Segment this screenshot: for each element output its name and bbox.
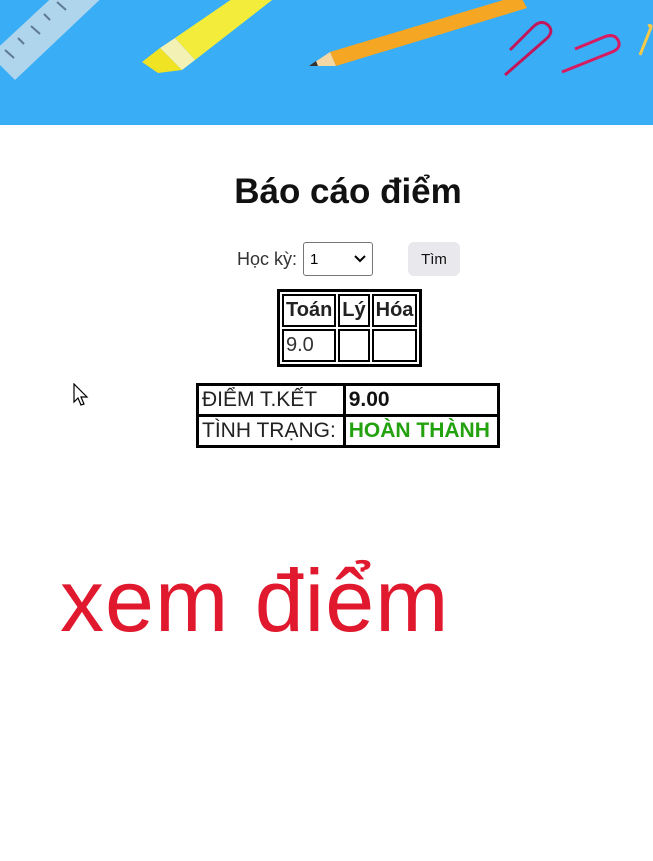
- table-row: 9.0: [282, 329, 418, 362]
- score-physics: [338, 329, 370, 362]
- status-label: TÌNH TRẠNG:: [196, 414, 346, 448]
- status-value: HOÀN THÀNH: [342, 414, 501, 448]
- ruler-icon: [0, 0, 100, 80]
- highlighter-icon: [142, 0, 273, 73]
- table-row: TÌNH TRẠNG: HOÀN THÀNH: [196, 414, 501, 448]
- semester-label: Học kỳ:: [237, 248, 298, 269]
- column-header-math: Toán: [282, 294, 337, 327]
- overlay-caption: xem điểm: [60, 551, 450, 650]
- column-header-chemistry: Hóa: [371, 294, 418, 327]
- page-title: Báo cáo điểm: [234, 172, 462, 211]
- scores-table: Toán Lý Hóa 9.0: [277, 289, 423, 367]
- mouse-cursor-icon: [73, 382, 89, 412]
- semester-filter: Học kỳ: 1: [237, 242, 374, 276]
- table-header-row: Toán Lý Hóa: [282, 294, 418, 327]
- score-chemistry: [371, 329, 418, 362]
- table-row: ĐIỂM T.KẾT 9.00: [196, 383, 501, 417]
- final-score-label: ĐIỂM T.KẾT: [196, 383, 346, 417]
- pencil-icon: [309, 0, 527, 66]
- find-button[interactable]: Tìm: [408, 242, 460, 276]
- score-math: 9.0: [282, 329, 337, 362]
- paperclip-icon: [504, 20, 653, 77]
- semester-select[interactable]: 1: [303, 242, 374, 276]
- column-header-physics: Lý: [338, 294, 370, 327]
- final-score-value: 9.00: [342, 383, 501, 417]
- summary-table: ĐIỂM T.KẾT 9.00 TÌNH TRẠNG: HOÀN THÀNH: [196, 383, 501, 448]
- header-banner: [0, 0, 653, 125]
- semester-select-value: 1: [310, 250, 319, 268]
- chevron-down-icon: [354, 252, 366, 266]
